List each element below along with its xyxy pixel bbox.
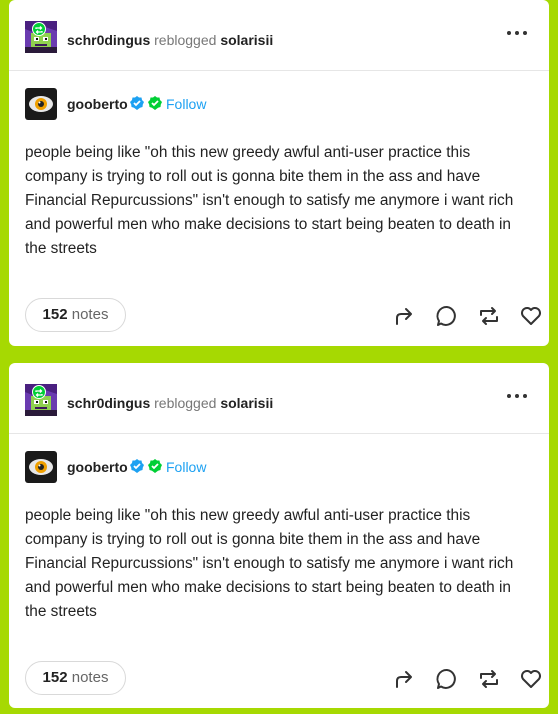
more-options-button[interactable]: [507, 28, 527, 38]
reblog-icon: [480, 670, 498, 688]
reply-icon: [436, 669, 456, 689]
eye-avatar-image: [25, 451, 57, 483]
share-button[interactable]: [393, 667, 417, 691]
reblogger-name[interactable]: schr0dingus: [67, 32, 150, 48]
verified-blue-icon: [130, 96, 144, 110]
like-button[interactable]: [519, 667, 543, 691]
reblog-header: schr0dingus reblogged solarisii: [9, 0, 549, 71]
reblog-header: schr0dingus reblogged solarisii: [9, 363, 549, 434]
follow-button[interactable]: Follow: [166, 96, 206, 112]
reblogged-from-name[interactable]: solarisii: [220, 32, 273, 48]
reblog-badge-icon: [32, 385, 46, 399]
reblogged-text: reblogged: [154, 395, 217, 411]
author-row: gooberto Follow: [9, 434, 549, 498]
share-icon: [396, 671, 412, 688]
reblogged-text: reblogged: [154, 32, 217, 48]
reblog-badge-icon: [32, 22, 46, 36]
reblogged-from-name[interactable]: solarisii: [220, 395, 273, 411]
reblog-button[interactable]: [477, 667, 501, 691]
notes-button[interactable]: 152 notes: [25, 298, 126, 332]
reblog-button[interactable]: [477, 304, 501, 328]
notes-count: 152: [42, 669, 68, 686]
share-icon: [396, 308, 412, 325]
reblog-icon: [480, 307, 498, 325]
post-actions: [383, 304, 541, 328]
verified-green-icon: [148, 459, 162, 473]
reblogger-name[interactable]: schr0dingus: [67, 395, 150, 411]
reply-button[interactable]: [435, 304, 459, 328]
verified-green-icon: [148, 96, 162, 110]
reply-icon: [436, 306, 456, 326]
reblog-attribution: schr0dingus reblogged solarisii: [67, 395, 273, 411]
post-text: people being like "oh this new greedy aw…: [25, 144, 514, 257]
more-dots-icon: [507, 394, 511, 398]
dashboard-feed: schr0dingus reblogged solarisii gooberto…: [0, 0, 558, 714]
verified-badges: [129, 458, 163, 474]
post-card: schr0dingus reblogged solarisii gooberto…: [9, 0, 549, 346]
notes-count: 152: [42, 306, 68, 323]
author-name[interactable]: gooberto: [67, 459, 128, 475]
more-dot: [523, 394, 527, 398]
more-dots-icon: [507, 31, 511, 35]
notes-label: notes: [71, 306, 109, 323]
like-button[interactable]: [519, 304, 543, 328]
author-name[interactable]: gooberto: [67, 96, 128, 112]
author-row: gooberto Follow: [9, 71, 549, 135]
follow-button[interactable]: Follow: [166, 459, 206, 475]
heart-icon: [521, 307, 541, 325]
notes-label: notes: [71, 669, 109, 686]
reply-button[interactable]: [435, 667, 459, 691]
post-text: people being like "oh this new greedy aw…: [25, 507, 514, 620]
share-button[interactable]: [393, 304, 417, 328]
more-dot: [523, 31, 527, 35]
more-dot: [515, 31, 519, 35]
verified-badges: [129, 95, 163, 111]
post-actions: [383, 667, 541, 691]
verified-blue-icon: [130, 459, 144, 473]
author-avatar[interactable]: [25, 88, 57, 120]
heart-icon: [521, 670, 541, 688]
post-card: schr0dingus reblogged solarisii gooberto…: [9, 363, 549, 708]
more-dot: [515, 394, 519, 398]
more-options-button[interactable]: [507, 391, 527, 401]
author-avatar[interactable]: [25, 451, 57, 483]
eye-avatar-image: [25, 88, 57, 120]
notes-button[interactable]: 152 notes: [25, 661, 126, 695]
reblog-attribution: schr0dingus reblogged solarisii: [67, 32, 273, 48]
